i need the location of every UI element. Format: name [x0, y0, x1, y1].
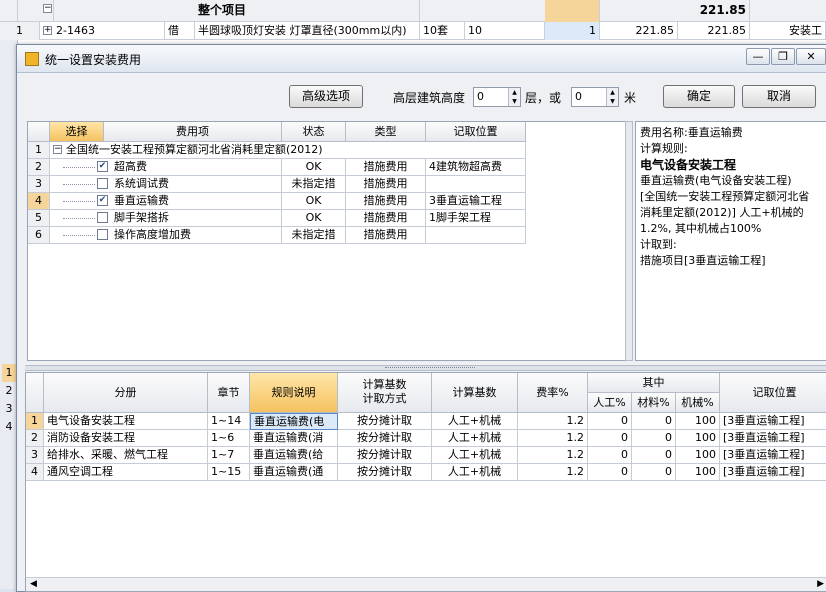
row-number: 1 — [26, 413, 44, 430]
dialog-title: 统一设置安装费用 — [45, 53, 142, 67]
record-label: 计取到: — [640, 238, 677, 251]
restore-button[interactable]: ❐ — [771, 48, 795, 65]
section-cell[interactable]: 通风空调工程 — [44, 464, 208, 481]
row-number: 2 — [28, 159, 50, 176]
scroll-left-icon[interactable]: ◀ — [30, 579, 37, 589]
col-material[interactable]: 材料% — [632, 393, 676, 413]
row-number: 5 — [28, 210, 50, 227]
collapse-icon[interactable]: − — [43, 3, 52, 13]
expand-icon[interactable]: + — [43, 25, 52, 35]
install-fee-dialog: 统一设置安装费用 — ❐ ✕ 高级选项 高层建筑高度 0 ▲ ▼ 层，或 0 ▲ ▼… — [16, 44, 826, 592]
bg-total: 221.85 — [690, 0, 750, 22]
row-number: 6 — [28, 227, 50, 244]
checked-checkbox[interactable]: ✔ — [97, 194, 108, 206]
bg-data-row[interactable]: 1 +2-1463 借 半圆球吸顶灯安装 灯罩直径(300mm以内) 10套 1… — [0, 22, 826, 40]
meters-unit-label: 米 — [624, 91, 637, 105]
scroll-right-icon[interactable]: ▶ — [817, 579, 824, 589]
col-chapter[interactable]: 章节 — [208, 373, 250, 413]
floors-unit-label: 层，或 — [525, 91, 562, 105]
spinner-arrows-icon[interactable]: ▲ ▼ — [508, 88, 520, 106]
height-label: 高层建筑高度 — [393, 91, 466, 105]
col-select[interactable]: 选择 — [50, 122, 104, 142]
meters-spinner[interactable]: 0 ▲ ▼ — [571, 87, 619, 107]
collapse-icon[interactable]: − — [53, 144, 62, 154]
rule-cell[interactable]: 垂直运输费(电 — [250, 413, 338, 430]
pane-splitter[interactable] — [25, 365, 826, 371]
rule-cell[interactable]: 垂直运输费(通 — [250, 464, 338, 481]
fee-name: 费用名称:垂直运输费 — [640, 126, 743, 139]
fee-row[interactable]: 脚手架搭拆 — [50, 210, 282, 227]
ok-button[interactable]: 确定 — [663, 85, 735, 108]
col-labor[interactable]: 人工% — [588, 393, 632, 413]
col-record-position[interactable]: 记取位置 — [720, 373, 826, 413]
col-type[interactable]: 类型 — [346, 122, 426, 142]
bg-left-numbers: 1 2 3 4 — [2, 364, 16, 436]
rule-cell[interactable]: 垂直运输费(消 — [250, 430, 338, 447]
row-number: 2 — [26, 430, 44, 447]
rule-cell[interactable]: 垂直运输费(给 — [250, 447, 338, 464]
col-machine[interactable]: 机械% — [676, 393, 720, 413]
app-icon — [25, 52, 39, 66]
bg-header-row: − 整个项目 221.85 — [0, 0, 826, 22]
close-button[interactable]: ✕ — [796, 48, 826, 65]
dialog-titlebar[interactable]: 统一设置安装费用 — ❐ ✕ — [17, 45, 826, 73]
info-scrollbar[interactable] — [625, 121, 633, 361]
group-row[interactable]: − 全国统一安装工程预算定额河北省消耗里定额(2012) — [50, 142, 526, 159]
floors-spinner[interactable]: 0 ▲ ▼ — [473, 87, 521, 107]
fee-items-table: 选择 费用项 状态 类型 记取位置 1 − 全国统一安装工程预算定额河北省消耗里定… — [27, 121, 627, 361]
fee-row[interactable]: 系统调试费 — [50, 176, 282, 193]
section-cell[interactable]: 给排水、采暖、燃气工程 — [44, 447, 208, 464]
row-number: 4 — [26, 464, 44, 481]
col-section[interactable]: 分册 — [44, 373, 208, 413]
fee-row[interactable]: ✔ 垂直运输费 — [50, 193, 282, 210]
col-method[interactable]: 计算基数 计取方式 — [338, 373, 432, 413]
checked-checkbox[interactable]: ✔ — [97, 160, 108, 172]
col-calc-base[interactable]: 计算基数 — [432, 373, 518, 413]
row-number: 3 — [26, 447, 44, 464]
col-status[interactable]: 状态 — [282, 122, 346, 142]
row-number: 4 — [28, 193, 50, 210]
row-number: 3 — [28, 176, 50, 193]
fee-row[interactable]: ✔ 超高费 — [50, 159, 282, 176]
unchecked-checkbox[interactable] — [97, 211, 108, 223]
advanced-options-button[interactable]: 高级选项 — [289, 85, 363, 108]
col-record[interactable]: 记取位置 — [426, 122, 526, 142]
section-cell[interactable]: 消防设备安装工程 — [44, 430, 208, 447]
bg-project-title: 整个项目 — [195, 0, 420, 22]
spinner-arrows-icon[interactable]: ▲ ▼ — [606, 88, 618, 106]
cancel-button[interactable]: 取消 — [742, 85, 816, 108]
splitter-grip-icon[interactable] — [385, 367, 475, 370]
unchecked-checkbox[interactable] — [97, 228, 108, 240]
col-rule[interactable]: 规则说明 — [250, 373, 338, 413]
fee-info-panel: 费用名称:垂直运输费 计算规则: 电气设备安装工程 垂直运输费(电气设备安装工程… — [635, 121, 826, 361]
section-cell[interactable]: 电气设备安装工程 — [44, 413, 208, 430]
fee-row[interactable]: 操作高度增加费 — [50, 227, 282, 244]
rule-label: 计算规则: — [640, 142, 688, 155]
col-among: 其中 — [588, 373, 720, 393]
section-rules-table: 分册 章节 规则说明 计算基数 计取方式 计算基数 费率% 其中 人工% 材料%… — [25, 372, 826, 592]
rule-title: 电气设备安装工程 — [640, 158, 737, 172]
col-rate[interactable]: 费率% — [518, 373, 588, 413]
record-value: 措施项目[3垂直运输工程] — [640, 254, 766, 267]
col-fee-item[interactable]: 费用项 — [104, 122, 282, 142]
minimize-button[interactable]: — — [746, 48, 770, 65]
unchecked-checkbox[interactable] — [97, 177, 108, 189]
